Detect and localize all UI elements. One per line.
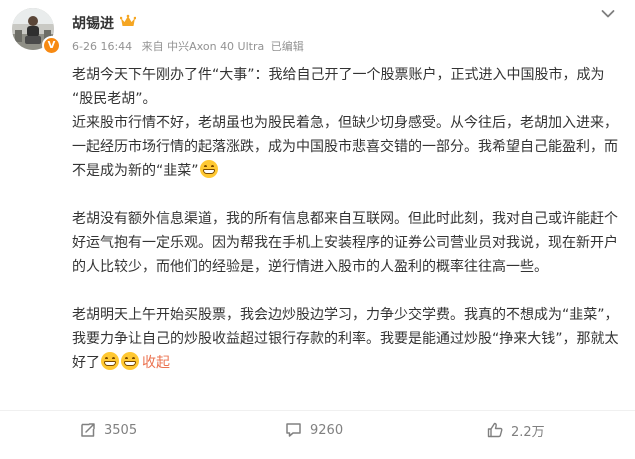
paragraph-4: 老胡明天上午开始买股票，我会边炒股边学习，力争少交学费。我真的不想成为“韭菜”，…	[72, 303, 620, 375]
grin-emoji-icon	[199, 160, 218, 178]
edited-label[interactable]: 已编辑	[271, 40, 304, 53]
collapse-link[interactable]: 收起	[142, 355, 170, 371]
verified-badge-icon: V	[42, 36, 61, 55]
like-count: 2.2万	[511, 424, 545, 440]
comment-count: 9260	[310, 422, 344, 438]
repost-icon	[81, 423, 95, 437]
repost-button[interactable]: 3505	[80, 416, 137, 444]
weibo-post-card: V 胡锡进 6-26 16:44 来自 中兴Axon 40 Ultra 已编辑 …	[0, 0, 635, 459]
post-time[interactable]: 6-26 16:44	[72, 40, 132, 53]
like-button[interactable]: 2.2万	[487, 416, 545, 444]
divider	[0, 410, 635, 411]
author-name[interactable]: 胡锡进	[72, 13, 114, 33]
chevron-down-icon[interactable]	[601, 9, 615, 19]
post-meta: 6-26 16:44 来自 中兴Axon 40 Ultra 已编辑	[72, 38, 310, 54]
crown-icon	[120, 14, 136, 26]
paragraph-2-text: 近来股市行情不好，老胡虽也为股民着急，但缺少切身感受。从今往后，老胡加入进来，一…	[72, 115, 618, 179]
grin-emoji-icon	[101, 352, 119, 370]
grin-emoji-icon	[121, 352, 139, 370]
paragraph-2: 近来股市行情不好，老胡虽也为股民着急，但缺少切身感受。从今往后，老胡加入进来，一…	[72, 111, 620, 183]
paragraph-3: 老胡没有额外信息渠道，我的所有信息都来自互联网。但此时此刻，我对自己或许能赶个好…	[72, 211, 618, 275]
avatar[interactable]: V	[12, 8, 61, 55]
comment-icon	[286, 423, 301, 437]
paragraph-1: 老胡今天下午刚办了件“大事”：我给自己开了一个股票账户，正式进入中国股市，成为 …	[72, 67, 605, 107]
thumbs-up-icon	[487, 422, 503, 438]
repost-count: 3505	[104, 422, 138, 438]
post-body: 老胡今天下午刚办了件“大事”：我给自己开了一个股票账户，正式进入中国股市，成为 …	[72, 63, 620, 375]
comment-button[interactable]: 9260	[285, 416, 343, 444]
post-source: 来自 中兴Axon 40 Ultra	[141, 40, 265, 53]
